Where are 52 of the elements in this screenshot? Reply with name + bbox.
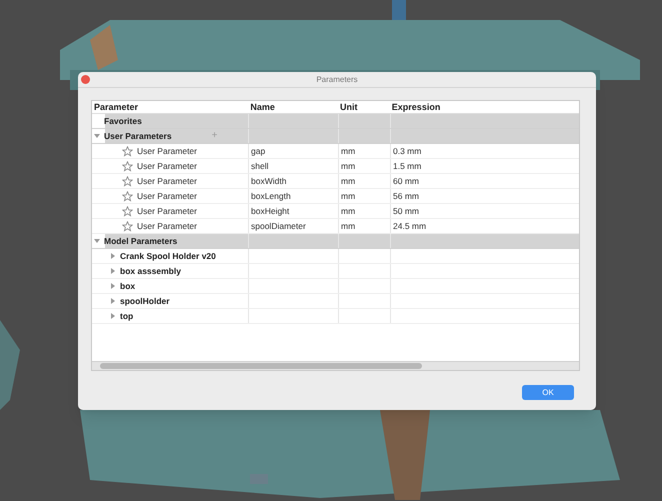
collapse-triangle-icon[interactable]: [94, 133, 100, 139]
expression-text: 56 mm: [393, 190, 419, 202]
parameter-name: boxWidth: [251, 174, 286, 188]
component-label: box: [120, 280, 136, 292]
parameter-type: User Parameter: [137, 160, 197, 172]
expression-text: 1.5 mm: [393, 160, 422, 172]
column-header[interactable]: Parameter: [94, 102, 138, 112]
parameter-type: User Parameter: [137, 144, 197, 158]
component-label: spoolHolder: [120, 294, 170, 308]
component-label: box asssembly: [120, 264, 181, 278]
column-header[interactable]: Name: [250, 102, 275, 112]
parameter-type: User Parameter: [137, 190, 197, 202]
unit-text: mm: [341, 204, 356, 218]
parameter-name: gap: [251, 144, 266, 158]
star-icon[interactable]: [122, 160, 133, 172]
unit-text: mm: [341, 220, 356, 232]
parameter-type: User Parameter: [137, 174, 197, 188]
horizontal-scrollbar[interactable]: [92, 361, 579, 370]
star-icon[interactable]: [122, 220, 133, 232]
column-header[interactable]: Unit: [340, 102, 358, 112]
star-icon[interactable]: [122, 206, 133, 216]
expand-triangle-icon[interactable]: [110, 313, 116, 319]
parameter-type: User Parameter: [137, 220, 197, 232]
group-label: Model Parameters: [104, 234, 178, 248]
close-button[interactable]: [81, 75, 90, 84]
column-header[interactable]: Expression: [392, 102, 440, 112]
expand-triangle-icon[interactable]: [110, 253, 116, 259]
star-icon[interactable]: [122, 146, 133, 156]
expand-triangle-icon[interactable]: [110, 283, 116, 289]
parameter-name: boxLength: [251, 190, 291, 202]
group-label: Favorites: [104, 114, 142, 128]
parameter-name: spoolDiameter: [251, 220, 306, 232]
expression-text: 50 mm: [393, 204, 419, 218]
expression-text: 0.3 mm: [393, 144, 422, 158]
expand-triangle-icon[interactable]: [110, 298, 116, 304]
expression-text: 60 mm: [393, 174, 419, 188]
parameter-type: User Parameter: [137, 204, 197, 218]
unit-text: mm: [341, 174, 356, 188]
window-title: Parameters: [316, 74, 358, 86]
unit-text: mm: [341, 160, 356, 172]
group-label: User Parameters: [104, 130, 172, 142]
collapse-triangle-icon[interactable]: [94, 238, 100, 244]
star-icon[interactable]: [122, 176, 133, 186]
unit-text: mm: [341, 190, 356, 202]
component-label: top: [120, 310, 134, 322]
parameter-name: shell: [251, 160, 268, 172]
star-icon[interactable]: [122, 190, 133, 202]
parameter-name: boxHeight: [251, 204, 290, 218]
expand-triangle-icon[interactable]: [110, 268, 116, 274]
unit-text: mm: [341, 144, 356, 158]
expression-text: 24.5 mm: [393, 220, 426, 232]
component-label: Crank Spool Holder v20: [120, 250, 216, 262]
